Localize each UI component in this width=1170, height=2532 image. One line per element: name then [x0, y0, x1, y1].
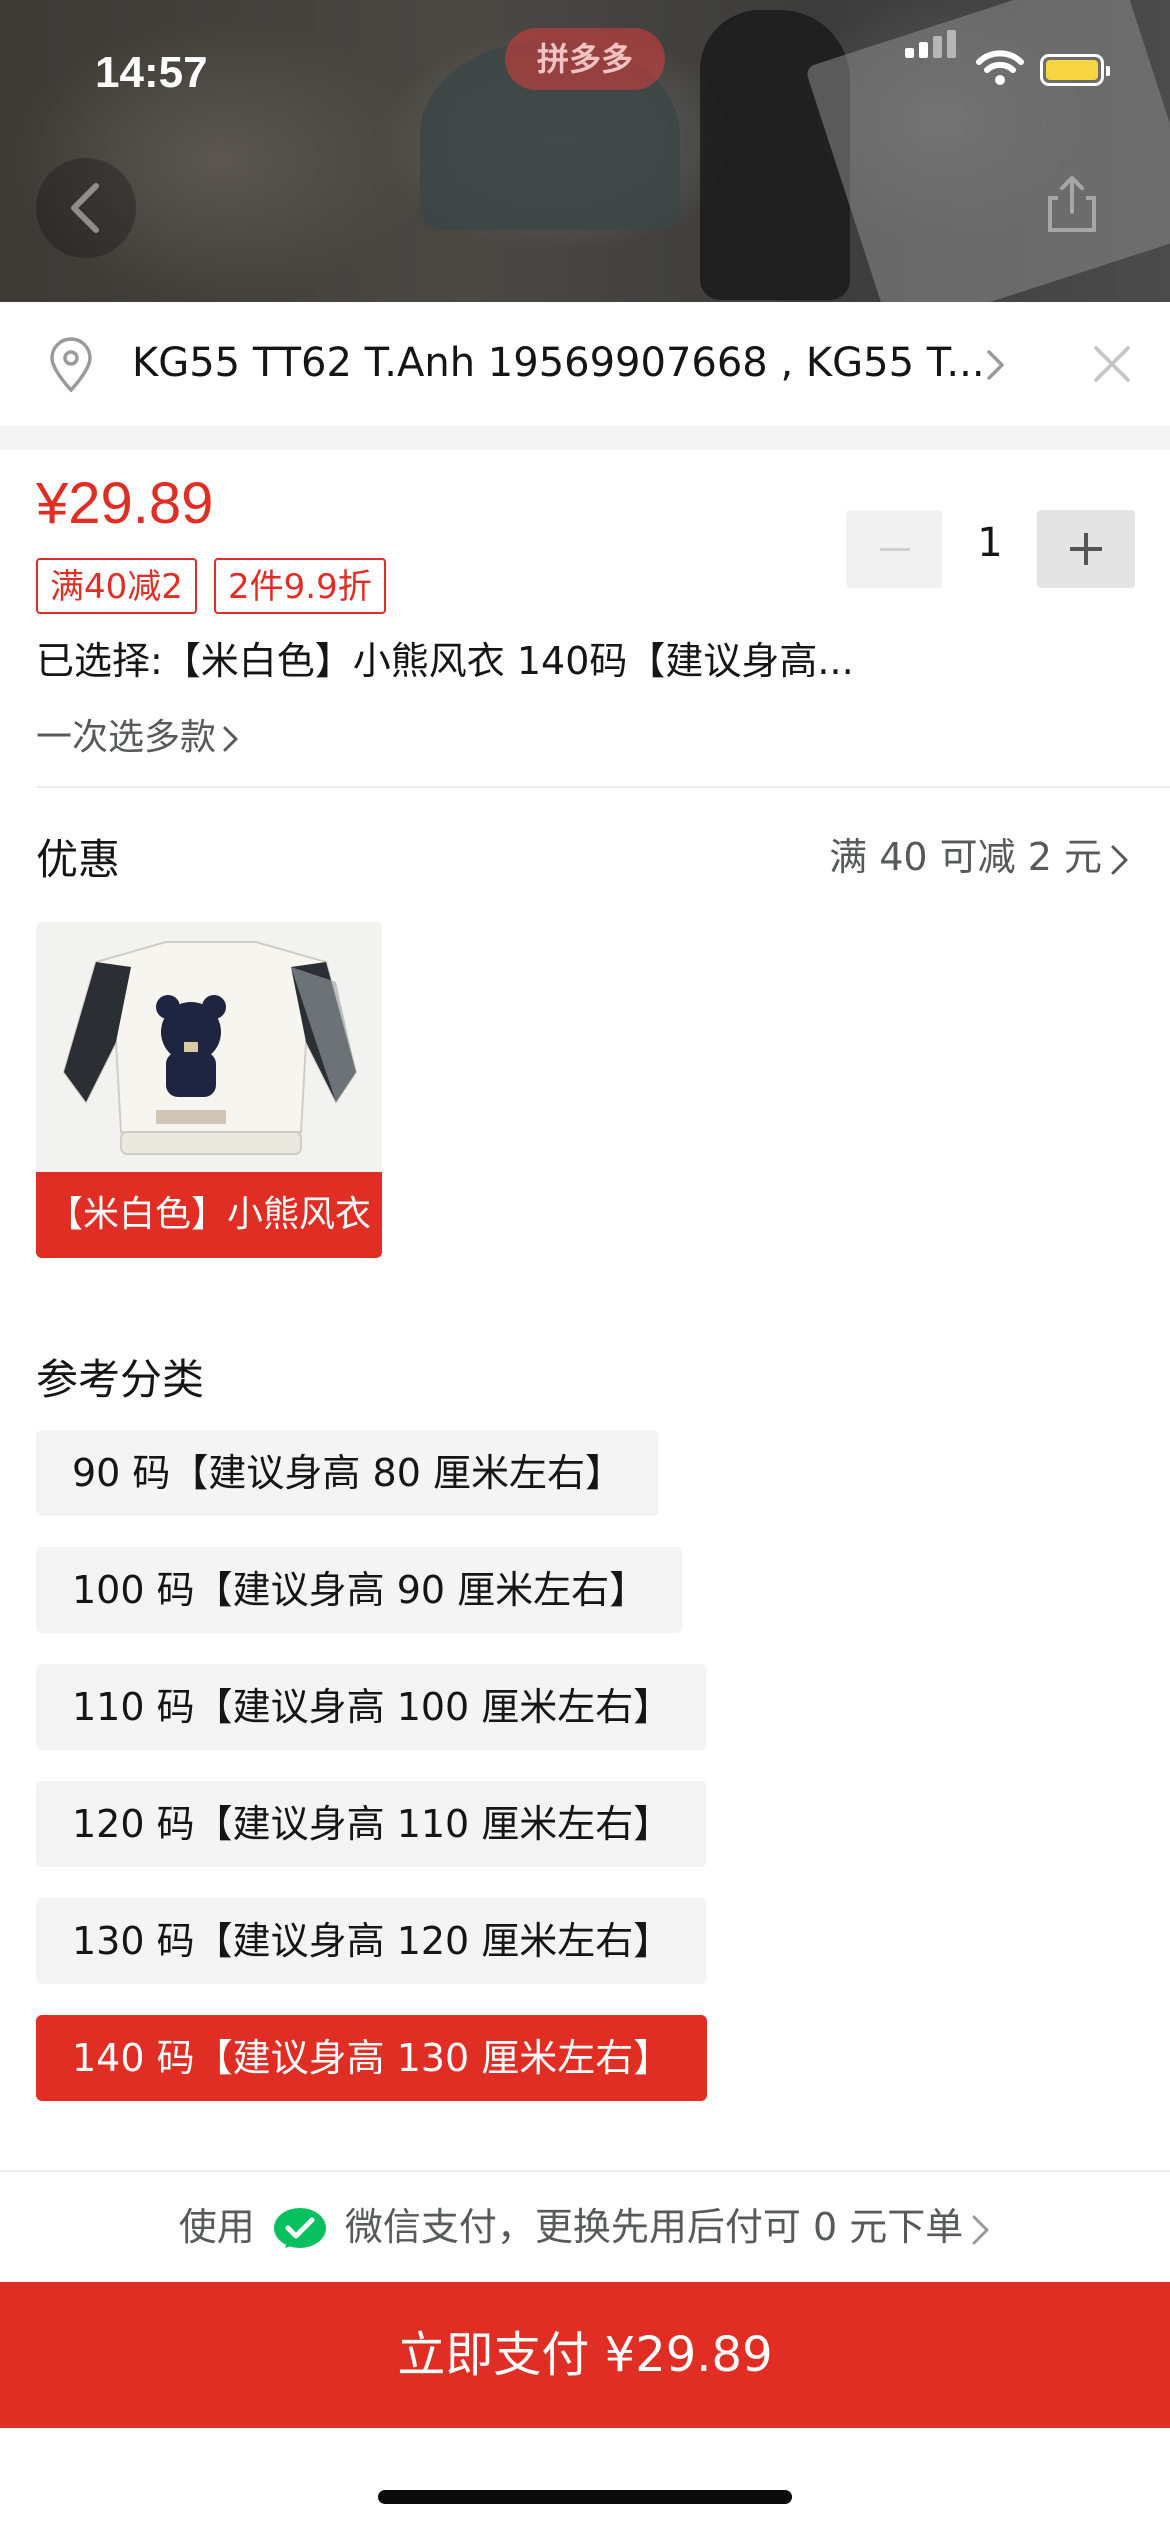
wifi-icon: [976, 50, 1024, 85]
discount-tag: 满40减2: [36, 558, 197, 614]
promotion-detail: 满 40 可减 2 元: [829, 835, 1102, 879]
product-price: ¥29.89: [36, 471, 214, 536]
status-time: 14:57: [95, 48, 208, 97]
back-button[interactable]: [36, 158, 136, 258]
share-icon: [1048, 175, 1096, 232]
close-icon[interactable]: [1092, 344, 1132, 384]
background-shoe-shape: [700, 10, 850, 300]
divider: [0, 2170, 1170, 2172]
color-option-label: 【米白色】小熊风衣: [36, 1172, 382, 1258]
quantity-increase-button[interactable]: [1037, 510, 1135, 588]
chevron-right-icon: [972, 2215, 989, 2244]
divider: [36, 786, 1170, 788]
brand-logo: 拼多多: [505, 28, 665, 90]
size-option-140-selected[interactable]: 140 码【建议身高 130 厘米左右】: [36, 2015, 708, 2101]
share-button[interactable]: [1040, 172, 1104, 236]
jacket-image: [62, 941, 358, 1155]
size-option-130[interactable]: 130 码【建议身高 120 厘米左右】: [36, 1898, 708, 1984]
chevron-right-icon: [223, 726, 238, 752]
promotion-detail-link[interactable]: 满 40 可减 2 元: [829, 826, 1130, 881]
size-option-100[interactable]: 100 码【建议身高 90 厘米左右】: [36, 1547, 684, 1633]
multi-select-label: 一次选多款: [36, 717, 217, 758]
size-option-120[interactable]: 120 码【建议身高 110 厘米左右】: [36, 1781, 708, 1867]
quantity-decrease-button[interactable]: [846, 510, 942, 588]
chevron-right-icon: [1111, 845, 1128, 874]
size-option-90[interactable]: 90 码【建议身高 80 厘米左右】: [36, 1430, 659, 1516]
discount-tag: 2件9.9折: [214, 558, 386, 614]
battery-icon: [1040, 54, 1110, 86]
product-thumbnail: [36, 922, 382, 1172]
promotion-title: 优惠: [36, 835, 121, 884]
payment-method-row[interactable]: 使用 微信支付，更换先用后付可 0 元下单: [0, 2196, 1170, 2254]
home-indicator[interactable]: [378, 2490, 792, 2504]
size-section-title: 参考分类: [36, 1355, 205, 1404]
section-divider: [0, 426, 1170, 450]
pay-now-button[interactable]: 立即支付 ¥29.89: [0, 2282, 1170, 2428]
address-text: KG55 TT62 T.Anh 19569907668 , KG55 T...: [132, 340, 985, 386]
address-bar[interactable]: KG55 TT62 T.Anh 19569907668 , KG55 T...: [0, 302, 1170, 426]
chevron-left-icon: [71, 183, 99, 233]
selected-sku-text: 已选择:【米白色】小熊风衣 140码【建议身高...: [36, 639, 854, 683]
wechat-pay-icon: [273, 2207, 326, 2248]
multi-select-link[interactable]: 一次选多款: [36, 708, 240, 760]
payment-prefix: 使用: [178, 2205, 255, 2249]
color-option-card[interactable]: 【米白色】小熊风衣: [36, 922, 382, 1258]
quantity-value: 1: [977, 520, 1003, 566]
chevron-right-icon: [987, 350, 1004, 380]
payment-method-text: 微信支付，更换先用后付可 0 元下单: [344, 2205, 964, 2249]
size-option-110[interactable]: 110 码【建议身高 100 厘米左右】: [36, 1664, 708, 1750]
location-pin-icon: [50, 337, 92, 393]
